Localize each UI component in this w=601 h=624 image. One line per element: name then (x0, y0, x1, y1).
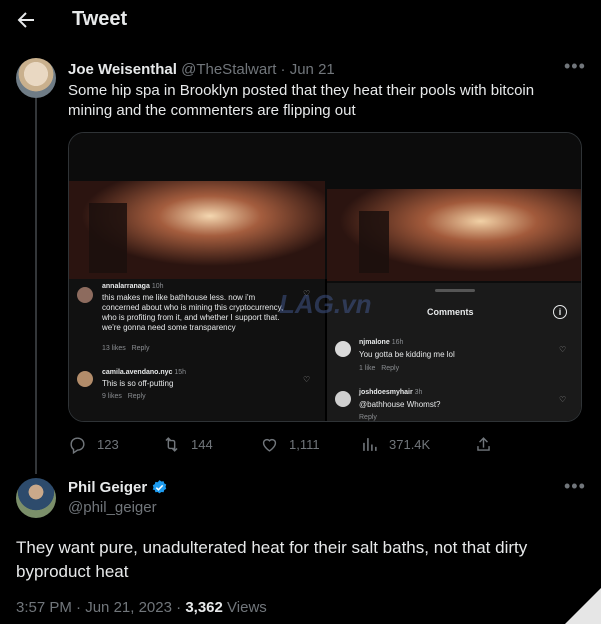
comment-likes: 1 like Reply (359, 365, 400, 372)
author-name-row: Phil Geiger (68, 479, 168, 496)
author-handle[interactable]: @TheStalwart (181, 61, 276, 78)
thread-connector-line (35, 98, 37, 474)
avatar[interactable] (16, 58, 56, 98)
separator: · (176, 599, 182, 616)
separator: · (280, 61, 286, 78)
comment-avatar (77, 287, 93, 303)
like-count: 1,111 (289, 436, 320, 452)
reply-button[interactable]: 123 (68, 430, 119, 458)
sheet-handle (435, 289, 475, 292)
page-title: Tweet (72, 8, 128, 30)
comment-user[interactable]: camila.avendano.nyc 15h (102, 369, 186, 376)
author-handle[interactable]: @phil_geiger (68, 499, 157, 516)
retweet-count: 144 (191, 436, 213, 452)
author-name[interactable]: Joe Weisenthal (68, 61, 177, 78)
tweet1-author-row: Joe Weisenthal @TheStalwart · Jun 21 (68, 61, 335, 78)
tweet-date[interactable]: Jun 21, 2023 (85, 599, 172, 616)
like-icon (262, 438, 277, 452)
views-button[interactable]: 371.4K (360, 430, 430, 458)
tweet-date[interactable]: Jun 21 (290, 61, 335, 78)
tweet-actions: 123 144 1,111 371.4K (68, 430, 582, 458)
comment-likes: 9 likes Reply (102, 393, 146, 400)
comment-user[interactable]: joshdoesmyhair 3h (359, 389, 422, 396)
watermark-logo: LAG.vn (279, 289, 372, 319)
comment-text: @bathhouse Whomst? (359, 400, 441, 409)
more-icon[interactable]: ••• (564, 476, 586, 497)
tweet-time[interactable]: 3:57 PM (16, 599, 72, 616)
tweet-media[interactable]: annalarranaga 10h this makes me like bat… (68, 132, 582, 422)
tweet-text: They want pure, unadulterated heat for t… (16, 538, 528, 581)
heart-icon[interactable]: ♡ (559, 345, 566, 354)
separator: · (76, 599, 82, 616)
comments-title: Comments (427, 307, 474, 317)
comment-user[interactable]: annalarranaga 10h (102, 283, 164, 290)
info-icon[interactable]: i (553, 305, 567, 319)
author-name[interactable]: Phil Geiger (68, 479, 147, 496)
views-icon (363, 437, 377, 451)
views-label: Views (227, 599, 267, 616)
views-count: 3,362 (185, 599, 223, 616)
tweet-text: Some hip spa in Brooklyn posted that the… (68, 82, 535, 119)
back-arrow-icon[interactable] (14, 8, 38, 32)
comment-text: this makes me like bathhouse less. now i… (102, 293, 284, 332)
comment-avatar (335, 391, 351, 407)
comment-user[interactable]: njmalone 16h (359, 339, 403, 346)
like-button[interactable]: 1,111 (260, 430, 320, 458)
reply-count: 123 (97, 436, 119, 452)
comment-text: This is so off-putting (102, 379, 174, 388)
reply-link[interactable]: Reply (132, 345, 150, 352)
share-button[interactable] (474, 430, 493, 458)
comment-avatar (77, 371, 93, 387)
retweet-icon (165, 436, 178, 452)
more-icon[interactable]: ••• (564, 56, 586, 77)
heart-icon[interactable]: ♡ (559, 395, 566, 404)
retweet-button[interactable]: 144 (162, 430, 213, 458)
reply-icon (70, 436, 85, 454)
page-corner (565, 588, 601, 624)
comment-likes: 13 likes Reply (102, 345, 150, 352)
share-icon (477, 436, 490, 451)
reply-link[interactable]: Reply (359, 414, 377, 421)
tweet-meta: 3:57 PM · Jun 21, 2023 · 3,362 Views (16, 599, 267, 616)
views-count: 371.4K (389, 436, 431, 452)
verified-icon (152, 480, 167, 494)
top-header: Tweet (0, 0, 601, 40)
comment-avatar (335, 341, 351, 357)
reply-link[interactable]: Reply (128, 393, 146, 400)
heart-icon[interactable]: ♡ (303, 375, 310, 384)
reply-link[interactable]: Reply (381, 365, 399, 372)
comment-text: You gotta be kidding me lol (359, 350, 455, 359)
avatar[interactable] (16, 478, 56, 518)
